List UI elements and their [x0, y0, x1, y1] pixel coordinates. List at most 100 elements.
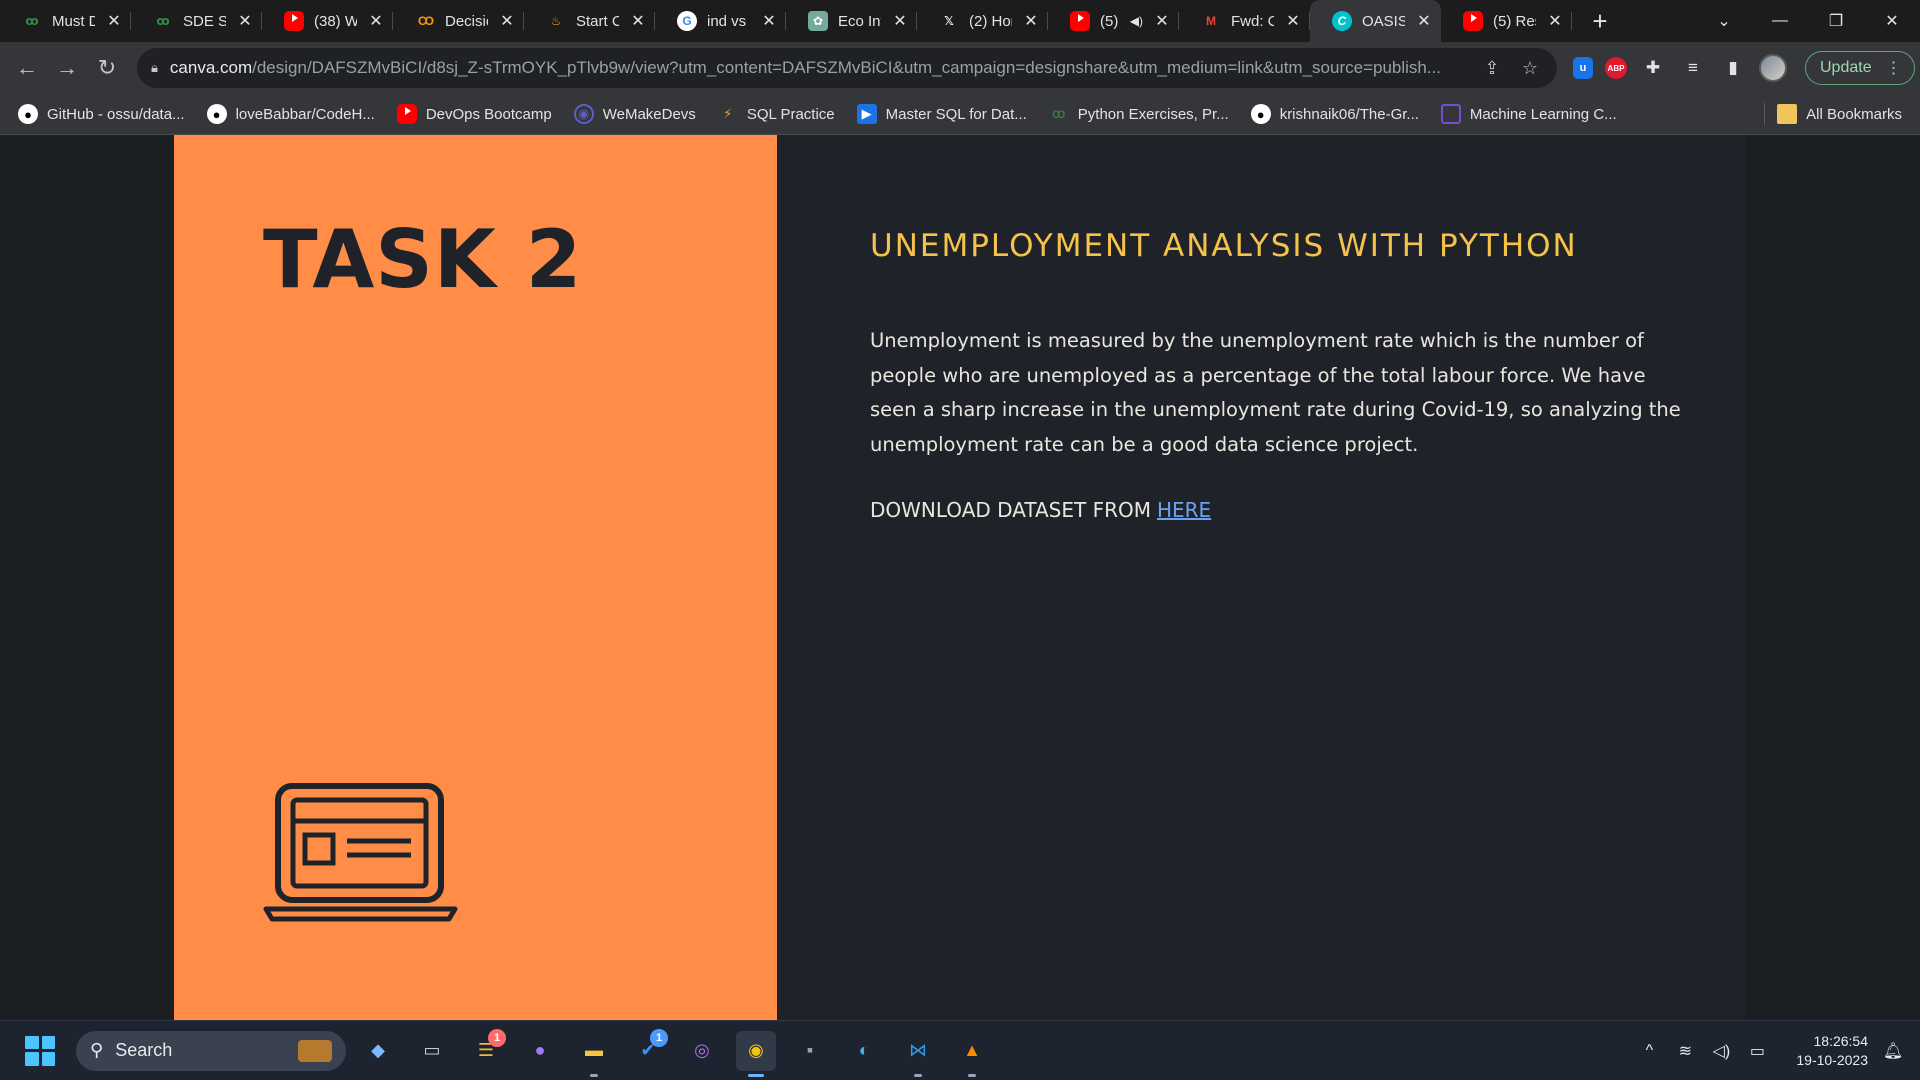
tab-close-icon[interactable]: ✕ — [498, 12, 516, 30]
browser-tab[interactable]: 𝕏 (2) Hor ✕ — [917, 0, 1048, 42]
download-line: DOWNLOAD DATASET FROM HERE — [870, 498, 1211, 522]
url-host: canva.com — [169, 58, 253, 77]
tab-title: (5) — [1100, 12, 1119, 30]
store-app-icon[interactable]: ☰ 1 — [466, 1028, 506, 1071]
url-path: /design/DAFSZMvBiCI/d8sj_Z-sTrmOYK_pTlvb… — [252, 58, 1442, 77]
tab-close-icon[interactable]: ✕ — [629, 12, 647, 30]
profile-avatar[interactable] — [1759, 54, 1787, 82]
forward-button[interactable]: → — [47, 48, 87, 88]
folder-icon — [1777, 104, 1798, 124]
chrome-icon[interactable]: ◉ — [736, 1030, 776, 1077]
bookmark-item[interactable]: ▶ Master SQL for Dat... — [855, 98, 1035, 130]
clock[interactable]: 18:26:54 19-10-2023 — [1796, 1032, 1868, 1070]
download-link[interactable]: HERE — [1157, 498, 1211, 522]
bookmark-item[interactable]: ◉ WeMakeDevs — [572, 98, 704, 130]
new-tab-button[interactable]: + — [1580, 0, 1620, 42]
windows-taskbar: ⚲ Search ◆ ▭ ☰ 1 ● ▬ ✔ 1 ◎ ◉ ▪ ◐ ⋈ ▲ ^ ≋ ◁) ▭ 18:26:5… — [0, 1020, 1920, 1080]
tab-close-icon[interactable]: ✕ — [1415, 12, 1433, 30]
media-control-icon[interactable]: ≡ — [1679, 54, 1707, 82]
show-hidden-icons-chevron[interactable]: ^ — [1638, 1042, 1660, 1060]
wifi-icon[interactable]: ≋ — [1674, 1041, 1696, 1061]
audio-playing-icon[interactable]: ◀︎) — [1130, 14, 1143, 28]
minimize-button[interactable]: — — [1752, 0, 1808, 42]
extensions-puzzle-icon[interactable]: ✚ — [1639, 54, 1667, 82]
browser-tab[interactable]: M Fwd: C ✕ — [1179, 0, 1310, 42]
browser-tab[interactable]: Gind vs b ✕ — [655, 0, 786, 42]
canva-slide: TASK 2 UNEMPLOYMENT ANALYSIS WITH PYTHON… — [174, 135, 1745, 1020]
address-bar[interactable]: 🔒︎ canva.com/design/DAFSZMvBiCI/d8sj_Z-s… — [137, 48, 1557, 88]
browser-tab[interactable]: (38) Wh ✕ — [262, 0, 393, 42]
url-text[interactable]: canva.com/design/DAFSZMvBiCI/d8sj_Z-sTrm… — [170, 58, 1467, 78]
bookmark-star-icon[interactable]: ☆ — [1517, 58, 1543, 79]
tab-close-icon[interactable]: ✕ — [1284, 12, 1302, 30]
clock-time: 18:26:54 — [1813, 1032, 1869, 1049]
browser-tab[interactable]: ꝏ SDE SH ✕ — [131, 0, 262, 42]
tab-close-icon[interactable]: ✕ — [760, 12, 778, 30]
close-window-button[interactable]: ✕ — [1864, 0, 1920, 42]
java-icon: ♨ — [550, 14, 562, 28]
volume-icon[interactable]: ◁) — [1710, 1041, 1732, 1061]
side-panel-icon[interactable]: ▮ — [1719, 54, 1747, 82]
bookmark-item[interactable]: DevOps Bootcamp — [395, 98, 560, 130]
app-icon[interactable]: ◎ — [682, 1031, 722, 1071]
vscode-icon[interactable]: ⋈ — [898, 1031, 938, 1077]
browser-tab[interactable]: ꝏ Must D ✕ — [0, 0, 131, 42]
bookmark-item[interactable]: ● krishnaik06/The-Gr... — [1249, 98, 1427, 130]
tab-close-icon[interactable]: ✕ — [105, 12, 123, 30]
adblock-plus-extension-icon[interactable]: ABP — [1605, 57, 1627, 79]
tab-close-icon[interactable]: ✕ — [236, 12, 254, 30]
copilot-icon[interactable]: ◆ — [358, 1031, 398, 1071]
bookmark-item[interactable]: ⚡ SQL Practice — [716, 98, 843, 130]
browser-toolbar: ← → ↻ 🔒︎ canva.com/design/DAFSZMvBiCI/d8… — [0, 42, 1920, 94]
share-icon[interactable]: ⇪ — [1479, 58, 1505, 79]
browser-tab[interactable]: (5) Res ✕ — [1441, 0, 1572, 42]
all-bookmarks-button[interactable]: All Bookmarks — [1764, 103, 1920, 125]
gfg-icon: ꝏ — [156, 14, 170, 28]
search-highlight-icon — [298, 1039, 332, 1062]
tab-close-icon[interactable]: ✕ — [1546, 12, 1564, 30]
bookmark-item[interactable]: ● loveBabbar/CodeH... — [205, 98, 383, 130]
taskbar-search[interactable]: ⚲ Search — [76, 1030, 346, 1071]
browser-tab[interactable]: ♨ Start C ✕ — [524, 0, 655, 42]
browser-tab[interactable]: CO Decisio ✕ — [393, 0, 524, 42]
app-glyph: ◉ — [748, 1040, 764, 1060]
github-desktop-icon[interactable]: ● — [520, 1031, 560, 1071]
ublock-extension-icon[interactable]: u — [1573, 57, 1593, 79]
file-manager-icon[interactable]: ▭ — [412, 1031, 452, 1071]
tab-title: Start C — [576, 12, 619, 30]
todo-icon[interactable]: ✔ 1 — [628, 1028, 668, 1071]
back-button[interactable]: ← — [7, 48, 47, 88]
windows-logo-tile — [25, 1035, 39, 1049]
all-bookmarks-label: All Bookmarks — [1806, 105, 1902, 123]
app-glyph: ▭ — [423, 1040, 441, 1060]
terminal-icon[interactable]: ▪ — [790, 1031, 830, 1071]
browser-tab[interactable]: (5) ◀︎) ✕ — [1048, 0, 1179, 42]
tab-close-icon[interactable]: ✕ — [367, 12, 385, 30]
bookmark-item[interactable]: ● GitHub - ossu/data... — [16, 98, 193, 130]
battery-icon[interactable]: ▭ — [1746, 1041, 1768, 1061]
lock-icon[interactable]: 🔒︎ — [151, 60, 158, 76]
bookmark-item[interactable]: ꝏ Python Exercises, Pr... — [1047, 98, 1237, 130]
tab-search-icon[interactable]: ⌄ — [1696, 0, 1752, 42]
sql-icon: ⚡ — [723, 106, 733, 121]
tab-list: ꝏ Must D ✕ ꝏ SDE SH ✕ (38) Wh ✕ CO Decisio ✕ ♨ Start… — [0, 0, 1572, 42]
restore-button[interactable]: ❐ — [1808, 0, 1864, 42]
tab-title: Must D — [52, 12, 95, 30]
more-menu-icon[interactable]: ⋮ — [1886, 58, 1902, 78]
update-button[interactable]: Update ⋮ — [1805, 51, 1915, 85]
taskbar-apps: ◆ ▭ ☰ 1 ● ▬ ✔ 1 ◎ ◉ ▪ ◐ ⋈ ▲ — [358, 1028, 992, 1077]
reload-button[interactable]: ↻ — [87, 48, 127, 88]
vlc-icon[interactable]: ▲ — [952, 1031, 992, 1077]
bookmark-item[interactable]: Machine Learning C... — [1439, 98, 1625, 130]
file-explorer-icon[interactable]: ▬ — [574, 1031, 614, 1077]
edge-icon[interactable]: ◐ — [844, 1031, 884, 1071]
windows-logo-tile — [41, 1035, 55, 1049]
browser-tab[interactable]: ✿ Eco Int ✕ — [786, 0, 917, 42]
tab-close-icon[interactable]: ✕ — [1153, 12, 1171, 30]
tab-close-icon[interactable]: ✕ — [891, 12, 909, 30]
start-button[interactable] — [22, 1033, 58, 1069]
tab-close-icon[interactable]: ✕ — [1022, 12, 1040, 30]
notification-bell-icon[interactable]: 🔔︎ — [1882, 1041, 1904, 1061]
windows-logo-tile — [25, 1052, 39, 1066]
browser-tab[interactable]: C OASIS ✕ — [1310, 0, 1441, 42]
